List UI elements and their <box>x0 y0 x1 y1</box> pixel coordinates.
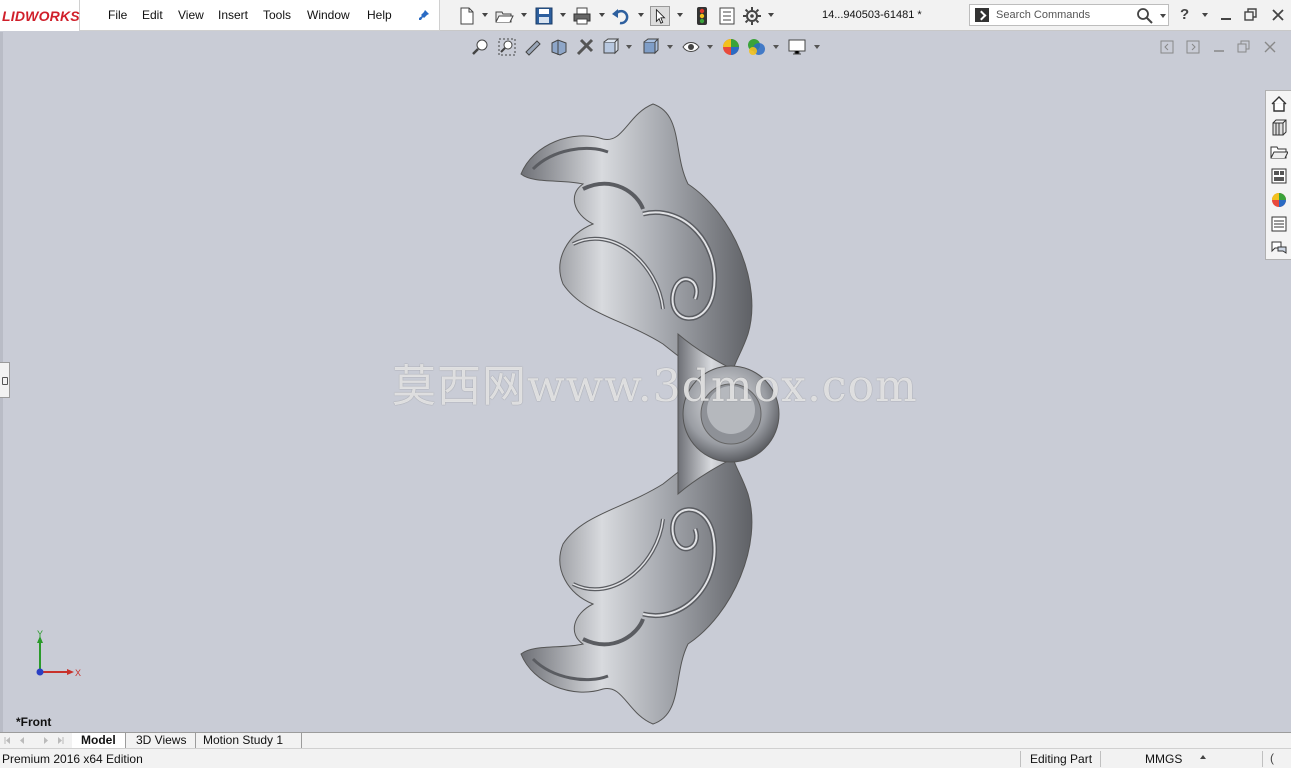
help-dropdown[interactable] <box>1202 13 1208 17</box>
file-properties-icon[interactable] <box>717 6 737 26</box>
search-dropdown[interactable] <box>1160 14 1166 18</box>
home-icon[interactable] <box>1270 95 1288 113</box>
hide-show-dropdown[interactable] <box>707 45 713 49</box>
tab-model[interactable]: Model <box>72 733 126 749</box>
pin-icon[interactable] <box>418 9 430 21</box>
edition-label: Premium 2016 x64 Edition <box>2 752 143 766</box>
close-icon[interactable] <box>1270 7 1286 23</box>
undo-dropdown[interactable] <box>638 13 644 17</box>
help-button[interactable]: ? <box>1180 6 1189 23</box>
status-end-glyph: ( <box>1270 751 1274 765</box>
options-icon[interactable] <box>742 6 762 26</box>
section-view-icon[interactable] <box>549 37 569 57</box>
viewport-restore-icon[interactable] <box>1237 40 1251 54</box>
menu-help[interactable]: Help <box>367 8 392 22</box>
new-document-dropdown[interactable] <box>482 13 488 17</box>
print-dropdown[interactable] <box>599 13 605 17</box>
triad-y-label: Y <box>37 630 43 639</box>
new-document-icon[interactable] <box>457 6 477 26</box>
menu-bar: File Edit View Insert Tools Window Help <box>80 0 440 31</box>
select-icon[interactable] <box>650 6 670 26</box>
options-dropdown[interactable] <box>768 13 774 17</box>
display-style-icon[interactable] <box>641 37 661 57</box>
minimize-icon[interactable] <box>1218 7 1234 23</box>
status-divider <box>1100 751 1101 767</box>
select-dropdown[interactable] <box>677 13 683 17</box>
tab-motion-study-1[interactable]: Motion Study 1 <box>194 733 302 749</box>
app-logo[interactable]: LIDWORKS <box>0 0 80 31</box>
restore-icon[interactable] <box>1243 7 1259 23</box>
tab-scroll-buttons[interactable] <box>4 734 68 747</box>
open-icon[interactable] <box>494 6 514 26</box>
status-divider <box>1020 751 1021 767</box>
save-dropdown[interactable] <box>560 13 566 17</box>
task-pane <box>1265 90 1291 260</box>
view-orientation-icon[interactable] <box>601 37 621 57</box>
save-icon[interactable] <box>534 6 554 26</box>
unit-system-button[interactable]: MMGS <box>1145 752 1182 766</box>
view-orientation-dropdown[interactable] <box>626 45 632 49</box>
open-dropdown[interactable] <box>521 13 527 17</box>
view-name-label: *Front <box>16 715 52 729</box>
graphics-area[interactable]: 莫西网www.3dmox.com Y X *Front <box>3 32 1289 732</box>
viewport-prev-icon[interactable] <box>1160 40 1174 54</box>
solidworks-window: LIDWORKS File Edit View Insert Tools Win… <box>0 0 1291 768</box>
document-title: 14...940503-61481 * <box>822 9 922 21</box>
document-tab-bar: Model 3D Views Motion Study 1 <box>0 732 1291 749</box>
design-library-icon[interactable] <box>1270 119 1288 137</box>
appearances-icon[interactable] <box>1270 191 1288 209</box>
forum-icon[interactable] <box>1270 239 1288 257</box>
undo-icon[interactable] <box>611 6 631 26</box>
view-settings-dropdown[interactable] <box>814 45 820 49</box>
reference-triad: Y X <box>36 630 81 678</box>
menu-edit[interactable]: Edit <box>142 8 163 22</box>
triad-x-label: X <box>75 668 81 678</box>
zoom-to-fit-icon[interactable] <box>471 37 491 57</box>
top-bar: LIDWORKS File Edit View Insert Tools Win… <box>0 0 1291 31</box>
display-style-dropdown[interactable] <box>667 45 673 49</box>
search-input[interactable]: Search Commands <box>996 9 1090 21</box>
dynamic-annotation-icon[interactable] <box>575 37 595 57</box>
menu-tools[interactable]: Tools <box>263 8 291 22</box>
tab-3d-views[interactable]: 3D Views <box>127 733 197 749</box>
zoom-to-area-icon[interactable] <box>497 37 517 57</box>
command-prompt-icon <box>975 8 989 22</box>
menu-insert[interactable]: Insert <box>218 8 248 22</box>
view-palette-icon[interactable] <box>1270 167 1288 185</box>
menu-window[interactable]: Window <box>307 8 350 22</box>
file-explorer-icon[interactable] <box>1270 143 1288 161</box>
previous-view-icon[interactable] <box>523 37 543 57</box>
logo-text: LIDWORKS <box>2 8 80 24</box>
custom-properties-icon[interactable] <box>1270 215 1288 233</box>
rebuild-icon[interactable] <box>692 6 712 26</box>
viewport-next-icon[interactable] <box>1186 40 1200 54</box>
status-bar: Premium 2016 x64 Edition Editing Part MM… <box>0 748 1291 768</box>
feature-manager-toggle[interactable] <box>0 362 10 398</box>
menu-view[interactable]: View <box>178 8 204 22</box>
view-settings-icon[interactable] <box>787 37 807 57</box>
viewport-close-icon[interactable] <box>1263 40 1277 54</box>
apply-scene-icon[interactable] <box>746 37 766 57</box>
viewport-minimize-icon[interactable] <box>1212 40 1226 54</box>
watermark-text: 莫西网www.3dmox.com <box>392 361 918 412</box>
search-icon[interactable] <box>1136 7 1154 25</box>
unit-system-popup-icon[interactable] <box>1200 755 1206 759</box>
print-icon[interactable] <box>572 6 592 26</box>
edit-appearance-icon[interactable] <box>721 37 741 57</box>
status-divider <box>1262 751 1263 767</box>
search-commands[interactable]: Search Commands <box>969 4 1169 26</box>
editing-mode-label: Editing Part <box>1030 752 1093 766</box>
menu-file[interactable]: File <box>108 8 127 22</box>
hide-show-icon[interactable] <box>681 37 701 57</box>
apply-scene-dropdown[interactable] <box>773 45 779 49</box>
